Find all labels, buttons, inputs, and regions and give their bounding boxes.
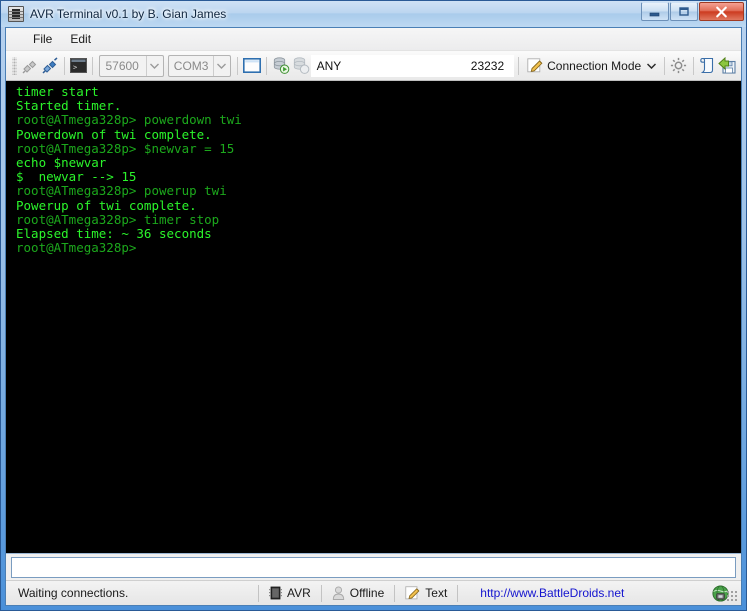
status-website-link[interactable]: http://www.BattleDroids.net [458, 584, 634, 603]
host-input[interactable]: ANY [310, 54, 465, 77]
server-start-button[interactable] [271, 54, 291, 78]
server-start-icon [273, 57, 289, 74]
maximize-button[interactable] [670, 2, 698, 21]
terminal-line: Powerup of twi complete. [16, 197, 197, 213]
terminal-line: $ newvar --> 15 [16, 169, 137, 185]
status-device[interactable]: AVR [259, 584, 321, 603]
pencil-icon [527, 58, 543, 73]
status-device-label: AVR [287, 586, 311, 600]
menu-edit[interactable]: Edit [61, 29, 100, 49]
toolbar-grip[interactable] [12, 56, 18, 75]
window-controls [641, 2, 744, 21]
maximize-icon [679, 7, 689, 16]
connect-button[interactable] [20, 54, 40, 78]
status-mode[interactable]: Text [395, 584, 457, 603]
status-message: Waiting connections. [8, 584, 258, 603]
status-website-label: http://www.BattleDroids.net [480, 586, 625, 600]
save-button[interactable] [717, 54, 737, 78]
scroll-icon [700, 57, 713, 74]
status-connection[interactable]: Offline [322, 584, 394, 603]
settings-button[interactable] [669, 54, 688, 78]
window-icon [242, 58, 261, 73]
server-stop-icon [293, 57, 309, 74]
save-icon [718, 57, 736, 74]
status-connection-label: Offline [349, 586, 385, 600]
menu-file[interactable]: File [24, 29, 61, 49]
client-area: File Edit > 57600 COM3 ANY 23232 Connect… [5, 27, 742, 606]
toolbar-separator-1 [64, 56, 66, 75]
titlebar[interactable]: AVR Terminal v0.1 by B. Gian James [1, 1, 746, 27]
terminal-line: Powerdown of twi complete. [16, 126, 212, 142]
terminal-line: root@ATmega328p> timer stop [16, 211, 220, 227]
plug-disconnected-icon [22, 60, 37, 73]
toolbar-separator-3 [236, 56, 238, 75]
gear-icon [671, 57, 687, 74]
status-mode-label: Text [425, 586, 448, 600]
minimize-button[interactable] [641, 2, 669, 21]
menubar: File Edit [6, 28, 741, 51]
connection-mode-label: Connection Mode [547, 58, 642, 73]
minimize-icon [649, 12, 660, 16]
app-window: AVR Terminal v0.1 by B. Gian James File … [0, 0, 747, 611]
terminal-line: Elapsed time: ~ 36 seconds [16, 226, 212, 242]
toolbar-separator-2 [92, 56, 94, 75]
console-icon: > [70, 58, 88, 73]
window-button[interactable] [242, 54, 262, 78]
baudrate-select[interactable]: 57600 [99, 54, 164, 77]
comport-value: COM3 [173, 58, 209, 73]
window-title: AVR Terminal v0.1 by B. Gian James [30, 7, 227, 21]
resize-grip[interactable] [726, 590, 738, 602]
pencil-icon [405, 586, 420, 600]
comport-select[interactable]: COM3 [167, 54, 231, 77]
port-number-value: 23232 [470, 58, 505, 73]
disconnect-button[interactable] [40, 54, 60, 78]
server-stop-button[interactable] [291, 54, 311, 78]
user-icon [332, 586, 344, 600]
terminal-line: root@ATmega328p> [16, 240, 137, 256]
script-button[interactable] [698, 54, 717, 78]
toolbar-separator-4 [265, 56, 267, 75]
toolbar-separator-5 [518, 56, 520, 75]
port-number-input[interactable]: 23232 [464, 54, 515, 77]
host-value: ANY [316, 58, 342, 73]
terminal-output: timer start Started timer. root@ATmega328p… [6, 81, 741, 259]
chip-icon [8, 6, 24, 22]
toolbar-separator-6 [664, 56, 666, 75]
close-button[interactable] [699, 2, 744, 21]
terminal-line: timer start [16, 84, 99, 99]
terminal-line: root@ATmega328p> $newvar = 15 [16, 140, 235, 156]
terminal-output-panel[interactable]: timer start Started timer. root@ATmega328p… [6, 81, 741, 554]
chip-icon [269, 586, 282, 600]
plug-connected-icon [42, 56, 58, 74]
command-input-row [6, 554, 741, 580]
terminal-line: root@ATmega328p> powerdown twi [16, 112, 242, 128]
close-icon [716, 6, 727, 17]
terminal-line: Started timer. [16, 98, 122, 114]
svg-text:>: > [73, 64, 77, 72]
statusbar: Waiting connections. AVR Offline Text ht… [6, 580, 741, 605]
chevron-down-icon [212, 55, 230, 76]
command-input[interactable] [11, 557, 736, 578]
terminal-line: root@ATmega328p> powerup twi [16, 183, 227, 199]
toolbar: > 57600 COM3 ANY 23232 Connection Mode [6, 51, 741, 81]
toolbar-separator-7 [692, 56, 694, 75]
baudrate-value: 57600 [105, 58, 139, 73]
terminal-line: echo $newvar [16, 155, 107, 171]
chevron-down-icon [647, 62, 657, 69]
connection-mode-button[interactable]: Connection Mode [523, 56, 660, 75]
chevron-down-icon [145, 55, 163, 76]
console-button[interactable]: > [69, 54, 88, 78]
status-message-label: Waiting connections. [18, 586, 129, 600]
